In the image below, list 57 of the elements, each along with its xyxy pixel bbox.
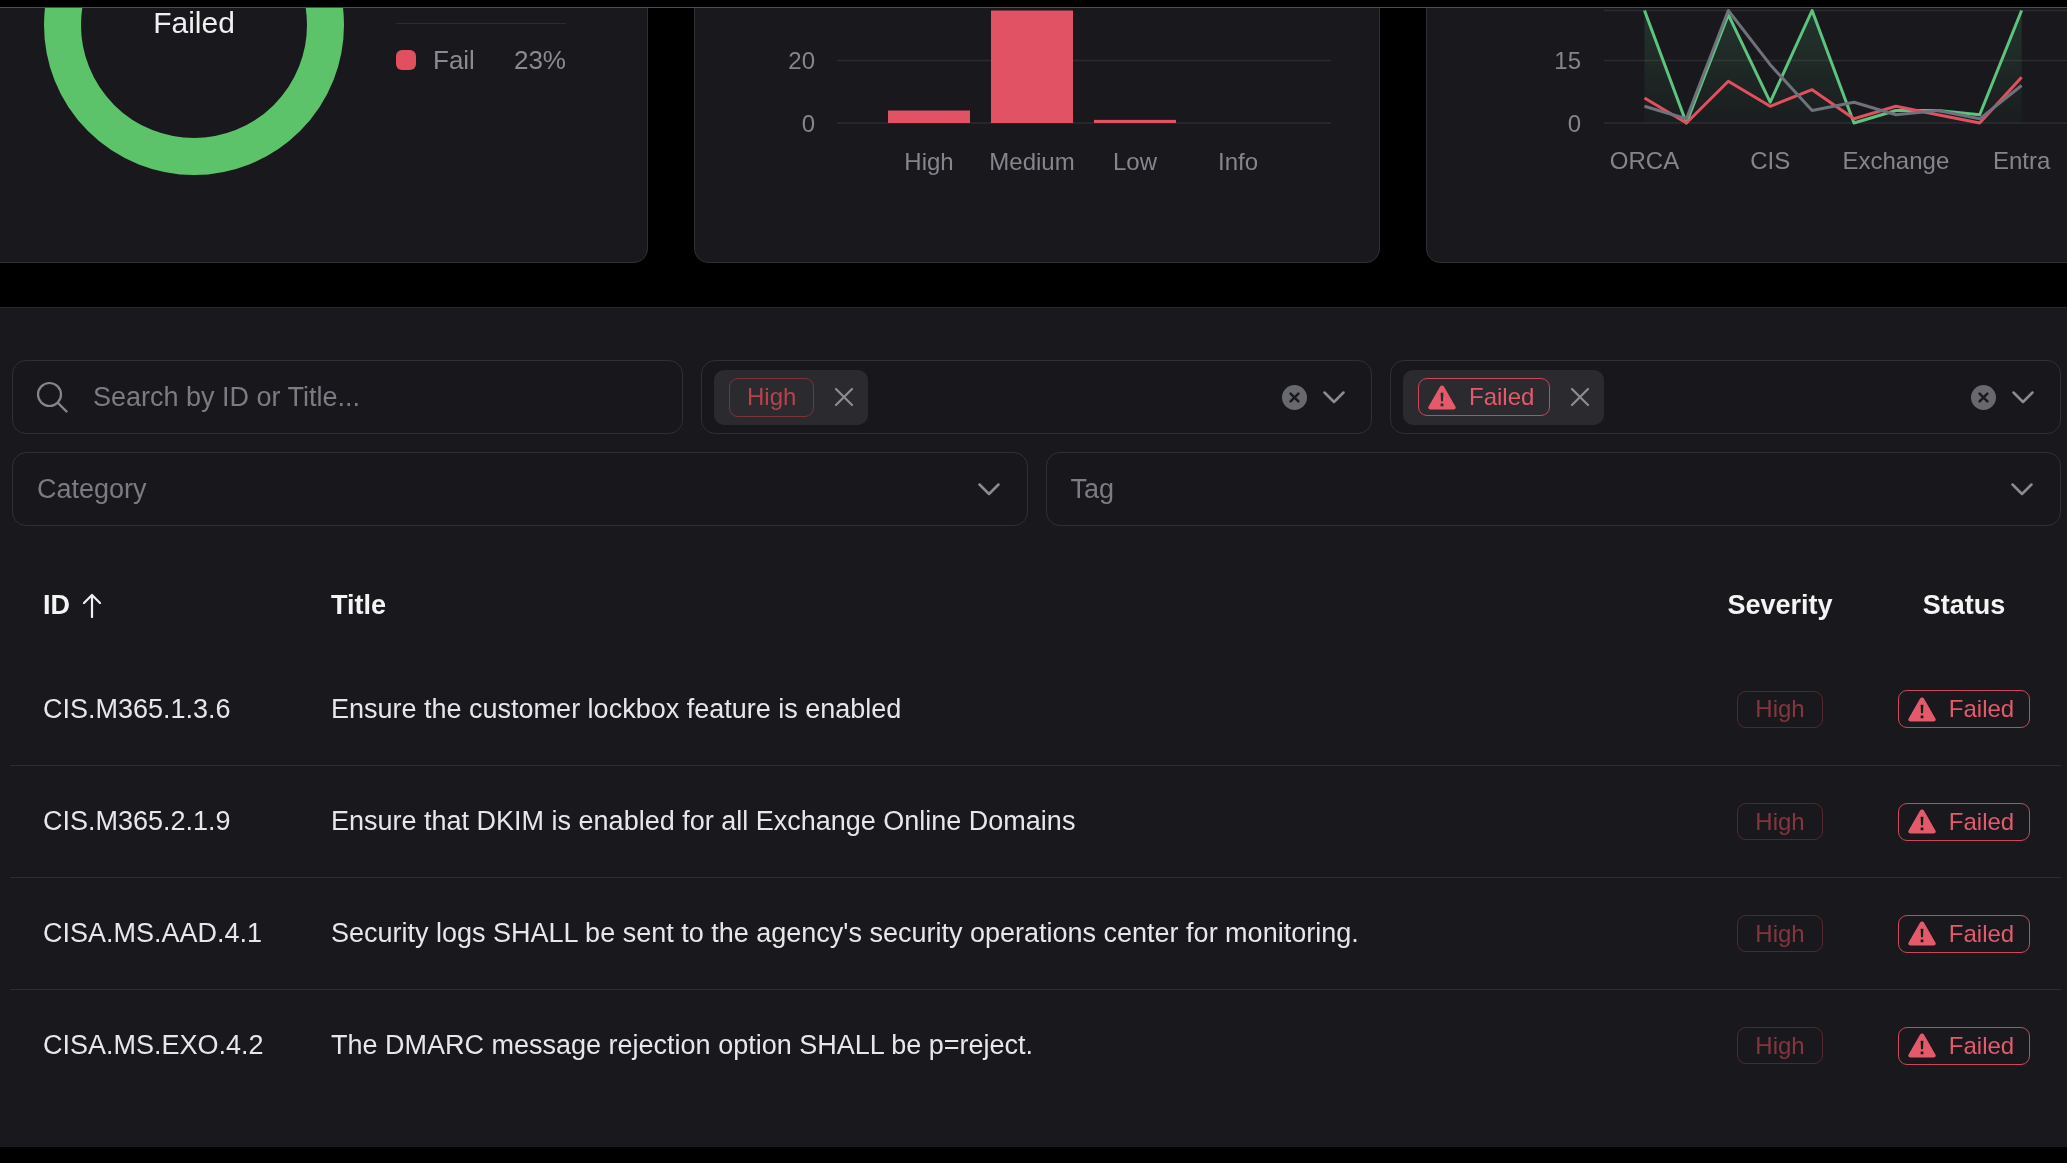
column-header[interactable]: Title: [331, 589, 386, 621]
axis-label: 0: [1567, 109, 1581, 137]
select-field[interactable]: Category: [12, 452, 1028, 526]
warning-icon: [1907, 696, 1936, 722]
select-field[interactable]: Failed: [1390, 360, 2061, 434]
status-text: Failed: [1469, 383, 1535, 411]
warning-icon: [1907, 1033, 1936, 1058]
chevron-down-icon[interactable]: [1323, 390, 1345, 404]
category-label: Entra: [1992, 147, 2051, 174]
category-label: Low: [1113, 147, 1157, 175]
legend-label: Fail: [433, 44, 475, 76]
clear-icon[interactable]: [1971, 384, 1996, 410]
severity-badge: High: [1737, 1027, 1823, 1064]
select-field[interactable]: Tag: [1045, 452, 2061, 526]
category-label: Medium: [989, 147, 1075, 175]
remove-button[interactable]: [1570, 387, 1591, 407]
donut-center-label: Failed: [152, 9, 236, 36]
title-text: Ensure the customer lockbox feature is enabled: [331, 693, 902, 724]
warning-icon: [1907, 921, 1936, 946]
status-text: Failed: [1948, 919, 2015, 948]
chevron-down-icon[interactable]: [2011, 483, 2033, 496]
search-icon: [36, 381, 68, 413]
category-label: CIS: [1750, 147, 1791, 174]
legend-value: 23%: [513, 44, 566, 76]
column-header[interactable]: Status: [1922, 589, 2006, 621]
category-label: ORCA: [1609, 147, 1680, 174]
id-text: CIS.M365.2.1.9: [43, 806, 231, 836]
id-text: CIS.M365.1.3.6: [43, 693, 231, 724]
severity-badge: High: [1737, 915, 1823, 952]
title-text: Security logs SHALL be sent to the agency's security operations center for monitoring.: [331, 918, 1359, 948]
column-header[interactable]: Severity: [1727, 589, 1833, 621]
status-text: Failed: [1948, 695, 2015, 723]
remove-button[interactable]: [834, 387, 855, 407]
severity-badge: High: [1737, 690, 1823, 728]
id-text: CISA.MS.AAD.4.1: [43, 918, 263, 948]
category-label: Exchange: [1842, 147, 1950, 174]
axis-label: 15: [1554, 47, 1581, 74]
status-text: Failed: [1948, 1031, 2015, 1060]
chevron-down-icon[interactable]: [2012, 390, 2034, 404]
column-header[interactable]: ID: [43, 589, 102, 621]
search-field[interactable]: Search by ID or Title...: [12, 360, 683, 434]
axis-label: 0: [801, 109, 815, 137]
axis-label: 20: [788, 47, 815, 74]
title-text: The DMARC message rejection option SHALL be p=reject.: [331, 1030, 1034, 1060]
warning-icon: [1428, 384, 1456, 410]
id-text: CISA.MS.EXO.4.2: [43, 1030, 264, 1060]
chevron-down-icon[interactable]: [977, 483, 1000, 496]
category-label: Info: [1218, 147, 1258, 175]
title-text: Ensure that DKIM is enabled for all Exchange Online Domains: [331, 806, 1076, 836]
clear-icon[interactable]: [1282, 384, 1307, 410]
category-label: High: [904, 147, 954, 175]
close-icon: [1570, 387, 1591, 407]
severity-badge: High: [1737, 803, 1823, 840]
close-icon: [834, 387, 855, 407]
warning-icon: [1907, 809, 1936, 834]
status-text: Failed: [1948, 807, 2015, 836]
severity-badge: High: [729, 377, 815, 417]
